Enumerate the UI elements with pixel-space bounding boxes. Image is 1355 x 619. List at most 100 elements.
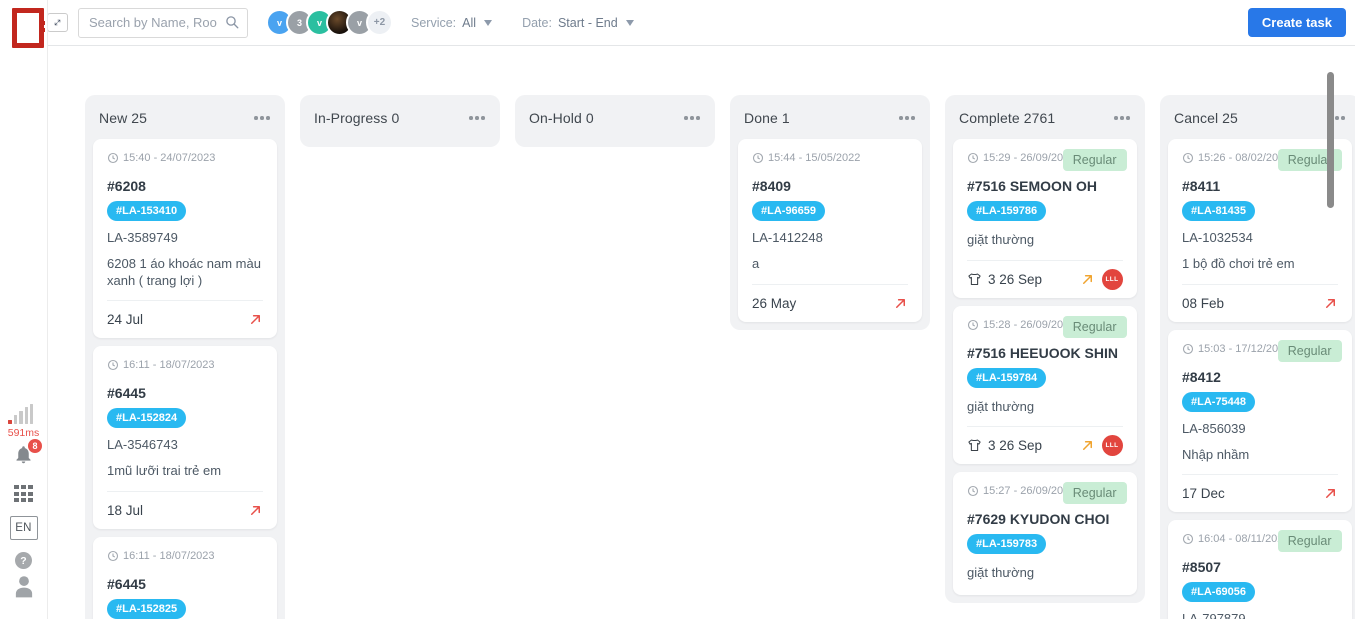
- card-timestamp: 16:11 - 18/07/2023: [107, 359, 263, 371]
- task-card[interactable]: 15:03 - 17/12/2021Regular#8412#LA-75448L…: [1168, 330, 1352, 513]
- card-footer-actions: LLL: [1080, 435, 1123, 456]
- open-task-arrow-icon[interactable]: [1323, 486, 1338, 501]
- column-title: New 25: [99, 110, 147, 126]
- chevron-down-icon: [626, 20, 634, 26]
- card-reference: LA-3589749: [107, 230, 263, 245]
- card-id: #8409: [752, 178, 908, 194]
- card-footer-actions: [248, 503, 263, 518]
- open-task-arrow-icon[interactable]: [248, 312, 263, 327]
- column-title: Cancel 25: [1174, 110, 1238, 126]
- column-title: In-Progress 0: [314, 110, 399, 126]
- apps-grid-icon[interactable]: [14, 485, 33, 502]
- task-card[interactable]: 15:27 - 26/09/2023Regular#7629 KYUDON CH…: [953, 472, 1137, 595]
- card-description: 1 bộ đồ chơi trẻ em: [1182, 256, 1338, 273]
- column-new-25: New 25 15:40 - 24/07/2023#6208#LA-153410L…: [85, 95, 285, 619]
- task-card[interactable]: 15:29 - 26/09/2023Regular#7516 SEMOON OH…: [953, 139, 1137, 298]
- card-footer: 3 26 SepLLL: [967, 426, 1123, 464]
- clock-icon: [967, 152, 979, 164]
- column-header: Cancel 25: [1160, 95, 1355, 139]
- search-icon[interactable]: [225, 15, 240, 30]
- card-timestamp: 15:40 - 24/07/2023: [107, 152, 263, 164]
- card-reference: LA-797879: [1182, 611, 1338, 619]
- card-items-count: 3 26 Sep: [967, 272, 1042, 287]
- search-input[interactable]: [78, 8, 248, 38]
- user-profile-icon[interactable]: [11, 573, 37, 605]
- service-filter-value: All: [462, 16, 476, 30]
- date-filter[interactable]: Date: Start - End: [522, 16, 634, 30]
- column-header: In-Progress 0: [300, 95, 500, 139]
- column-title: Complete 2761: [959, 110, 1055, 126]
- column-menu-icon[interactable]: [253, 113, 271, 123]
- clock-icon: [107, 550, 119, 562]
- card-footer: 17 Dec: [1182, 474, 1338, 512]
- avatar-group: v3vv+2: [266, 9, 393, 36]
- card-tag[interactable]: #LA-69056: [1182, 582, 1255, 602]
- card-tag[interactable]: #LA-81435: [1182, 201, 1255, 221]
- latency-value: 591ms: [8, 427, 40, 439]
- column-header: Complete 2761: [945, 95, 1145, 139]
- card-reference: LA-1412248: [752, 230, 908, 245]
- card-description: giặt thường: [967, 232, 1123, 249]
- card-reference: LA-3546743: [107, 437, 263, 452]
- card-id: #8411: [1182, 178, 1338, 194]
- assignee-avatar[interactable]: LLL: [1102, 435, 1123, 456]
- card-footer: 24 Jul: [107, 300, 263, 338]
- card-description: Nhập nhầm: [1182, 447, 1338, 464]
- card-tag[interactable]: #LA-159783: [967, 534, 1046, 554]
- column-cards: 15:26 - 08/02/2022Regular#8411#LA-81435L…: [1160, 139, 1355, 619]
- service-filter[interactable]: Service: All: [411, 16, 492, 30]
- card-timestamp: 15:44 - 15/05/2022: [752, 152, 908, 164]
- task-card[interactable]: 15:44 - 15/05/2022 #8409 #LA-96659 LA-14122…: [738, 139, 922, 322]
- open-task-arrow-icon[interactable]: [1080, 438, 1095, 453]
- card-tag[interactable]: #LA-153410: [107, 201, 186, 221]
- column-complete-2761: Complete 2761 15:29 - 26/09/2023Regular#7…: [945, 95, 1145, 603]
- create-task-button[interactable]: Create task: [1248, 8, 1346, 37]
- card-tag[interactable]: #LA-96659: [752, 201, 825, 221]
- date-filter-value: Start - End: [558, 16, 618, 30]
- task-card[interactable]: 16:11 - 18/07/2023#6445#LA-152825: [93, 537, 277, 619]
- column-menu-icon[interactable]: [1113, 113, 1131, 123]
- laundry-item-icon: [967, 438, 982, 453]
- card-tag[interactable]: #LA-75448: [1182, 392, 1255, 412]
- card-tag[interactable]: #LA-159786: [967, 201, 1046, 221]
- clock-icon: [967, 485, 979, 497]
- avatar-overflow-count[interactable]: +2: [366, 9, 393, 36]
- column-menu-icon[interactable]: [898, 113, 916, 123]
- task-card[interactable]: 15:40 - 24/07/2023#6208#LA-153410LA-3589…: [93, 139, 277, 338]
- service-filter-label: Service:: [411, 16, 456, 30]
- language-selector[interactable]: EN: [10, 516, 38, 540]
- card-description: giặt thường: [967, 565, 1123, 582]
- task-card[interactable]: 16:04 - 08/11/2021Regular#8507#LA-69056L…: [1168, 520, 1352, 619]
- task-card[interactable]: 15:26 - 08/02/2022Regular#8411#LA-81435L…: [1168, 139, 1352, 322]
- card-tag[interactable]: #LA-152824: [107, 408, 186, 428]
- card-type-badge: Regular: [1063, 316, 1127, 338]
- card-tag[interactable]: #LA-159784: [967, 368, 1046, 388]
- column-menu-icon[interactable]: [468, 113, 486, 123]
- chevron-down-icon: [484, 20, 492, 26]
- open-task-arrow-icon[interactable]: [248, 503, 263, 518]
- column-header: On-Hold 0: [515, 95, 715, 139]
- column-menu-icon[interactable]: [683, 113, 701, 123]
- card-description: giặt thường: [967, 399, 1123, 416]
- open-task-arrow-icon[interactable]: [893, 296, 908, 311]
- task-card[interactable]: 16:11 - 18/07/2023 #6445 #LA-152824 LA-3546…: [93, 346, 277, 529]
- vertical-scrollbar-thumb[interactable]: [1327, 72, 1334, 208]
- open-task-arrow-icon[interactable]: [1323, 296, 1338, 311]
- open-task-arrow-icon[interactable]: [1080, 272, 1095, 287]
- column-done-1: Done 115:44 - 15/05/2022#8409#LA-96659LA…: [730, 95, 930, 330]
- assignee-avatar[interactable]: LLL: [1102, 269, 1123, 290]
- notifications-button[interactable]: 8: [13, 444, 34, 470]
- clock-icon: [1182, 343, 1194, 355]
- task-card[interactable]: 15:28 - 26/09/2023Regular#7516 HEEUOOK S…: [953, 306, 1137, 465]
- app-logo[interactable]: [12, 8, 46, 42]
- card-tag[interactable]: #LA-152825: [107, 599, 186, 619]
- card-reference: LA-1032534: [1182, 230, 1338, 245]
- network-latency-indicator: 591ms: [8, 404, 40, 439]
- help-icon[interactable]: ?: [15, 552, 32, 569]
- card-type-badge: Regular: [1278, 340, 1342, 362]
- card-footer: 3 26 Sep LLL: [967, 260, 1123, 298]
- app-root: 591ms 8 EN ?: [0, 0, 1355, 619]
- signal-bars-icon: [8, 404, 40, 424]
- card-id: #6445: [107, 385, 263, 401]
- expand-icon[interactable]: [47, 13, 68, 32]
